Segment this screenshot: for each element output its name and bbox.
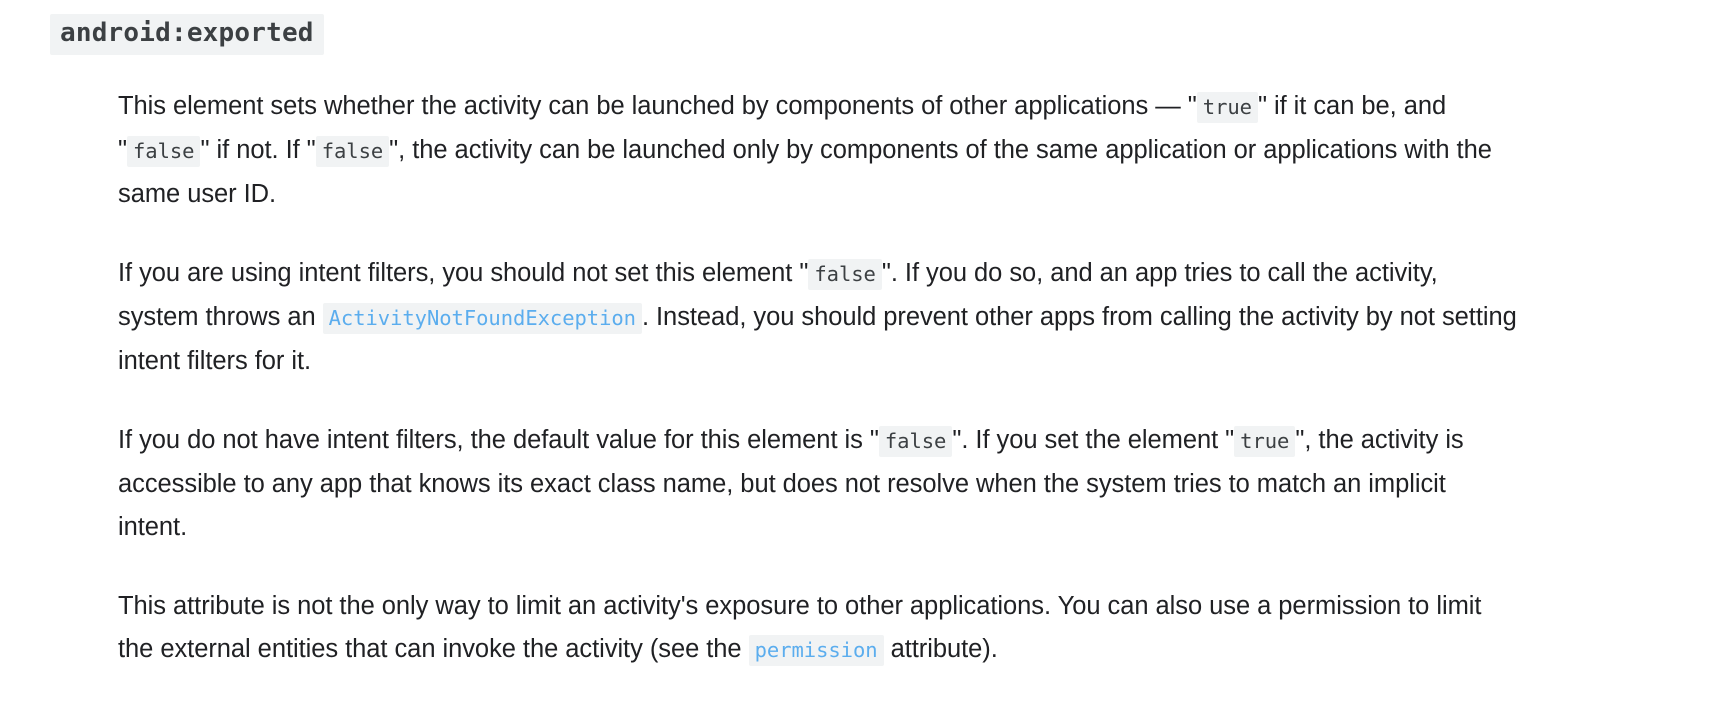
inline-code: false bbox=[315, 135, 390, 167]
inline-code-link[interactable]: ActivityNotFoundException bbox=[322, 302, 642, 334]
paragraph-text: If you do not have intent filters, the d… bbox=[118, 425, 879, 454]
paragraph-3: If you do not have intent filters, the d… bbox=[118, 419, 1518, 549]
paragraph-text: This element sets whether the activity c… bbox=[118, 91, 1197, 120]
paragraph-2: If you are using intent filters, you sho… bbox=[118, 252, 1518, 383]
inline-code: false bbox=[127, 135, 201, 167]
inline-code-link[interactable]: permission bbox=[748, 634, 884, 666]
paragraph-text: " if not. If " bbox=[200, 135, 316, 164]
attribute-heading: android:exported bbox=[50, 14, 324, 55]
inline-code: false bbox=[808, 258, 882, 290]
paragraph-4: This attribute is not the only way to li… bbox=[118, 585, 1518, 672]
paragraph-text: If you are using intent filters, you sho… bbox=[118, 258, 809, 287]
inline-code: false bbox=[878, 425, 953, 457]
paragraph-text: attribute). bbox=[883, 634, 998, 663]
paragraph-text: ". If you set the element " bbox=[952, 425, 1235, 454]
inline-code: true bbox=[1234, 425, 1296, 457]
documentation-page: android:exported This element sets wheth… bbox=[0, 0, 1728, 728]
inline-code: true bbox=[1196, 91, 1258, 123]
paragraph-1: This element sets whether the activity c… bbox=[118, 85, 1518, 216]
attribute-description: This element sets whether the activity c… bbox=[118, 85, 1518, 672]
